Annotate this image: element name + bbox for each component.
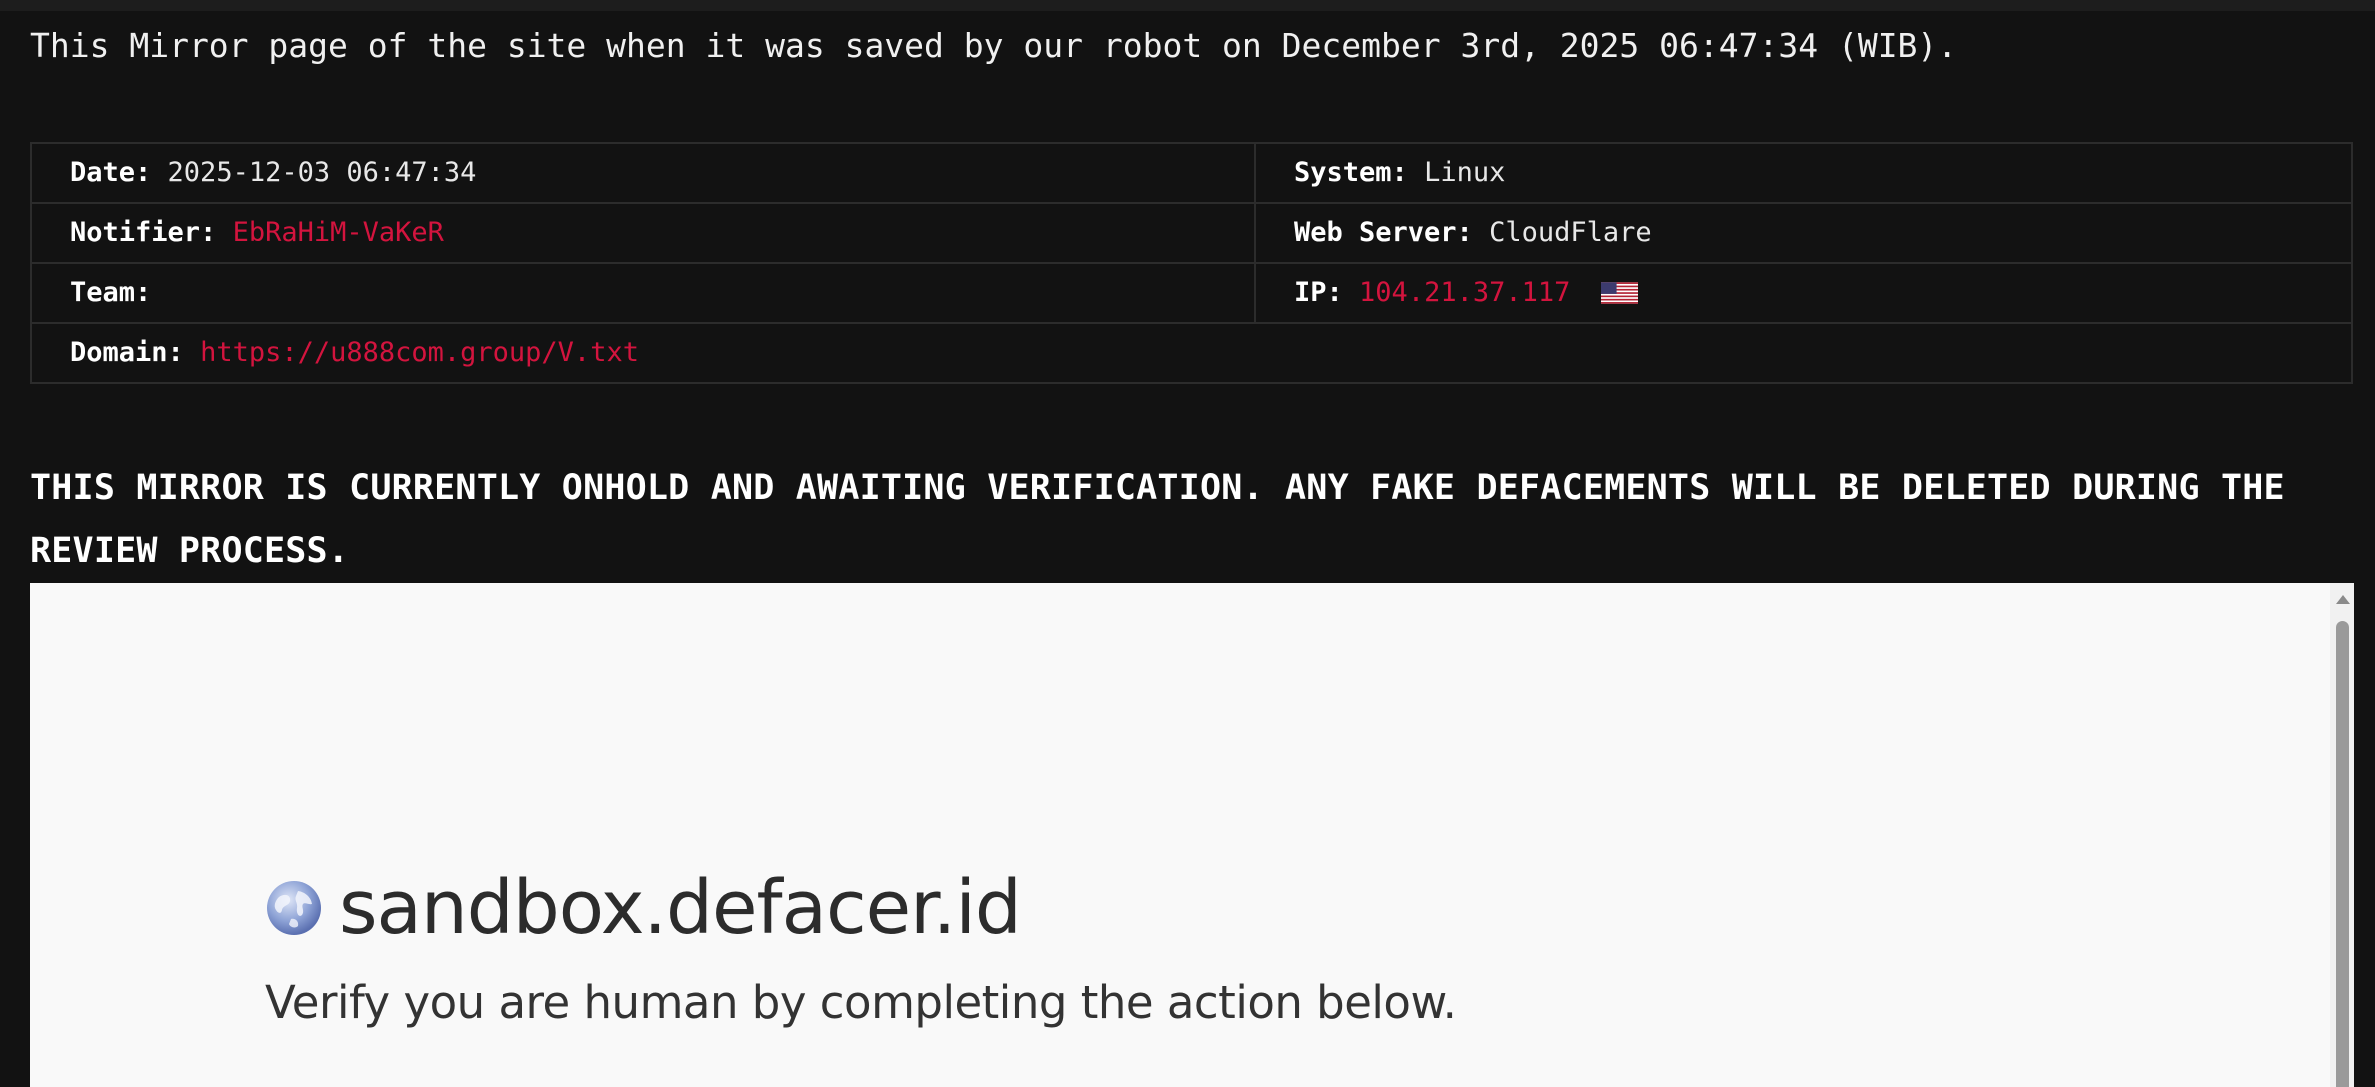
info-row: Date: 2025-12-03 06:47:34 System: Linux	[30, 142, 2353, 204]
onhold-warning: THIS MIRROR IS CURRENTLY ONHOLD AND AWAI…	[30, 468, 2285, 571]
domain-cell: Domain: https://u888com.group/V.txt	[30, 322, 2353, 384]
mirror-info-table: Date: 2025-12-03 06:47:34 System: Linux …	[30, 142, 2353, 384]
ip-link[interactable]: 104.21.37.117	[1359, 277, 1570, 308]
info-row: Team: IP: 104.21.37.117	[30, 262, 2353, 324]
scroll-up-arrow-icon[interactable]	[2336, 595, 2350, 604]
system-label: System:	[1294, 157, 1408, 188]
site-name: sandbox.defacer.id	[339, 865, 1022, 951]
ip-label: IP:	[1294, 277, 1343, 308]
info-row: Domain: https://u888com.group/V.txt	[30, 322, 2353, 384]
site-heading: sandbox.defacer.id	[265, 865, 1022, 951]
team-label: Team:	[70, 277, 152, 308]
mirror-frame[interactable]: sandbox.defacer.id Verify you are human …	[30, 583, 2354, 1087]
ip-cell: IP: 104.21.37.117	[1254, 262, 2353, 324]
notifier-cell: Notifier: EbRaHiM-VaKeR	[30, 202, 1256, 264]
date-label: Date:	[70, 157, 152, 188]
web-server-label: Web Server:	[1294, 217, 1473, 248]
domain-link[interactable]: https://u888com.group/V.txt	[200, 337, 639, 368]
info-row: Notifier: EbRaHiM-VaKeR Web Server: Clou…	[30, 202, 2353, 264]
saved-notice: This Mirror page of the site when it was…	[30, 26, 1958, 65]
verify-text: Verify you are human by completing the a…	[265, 976, 1457, 1029]
domain-label: Domain:	[70, 337, 184, 368]
notifier-label: Notifier:	[70, 217, 217, 248]
date-cell: Date: 2025-12-03 06:47:34	[30, 142, 1256, 204]
team-cell: Team:	[30, 262, 1256, 324]
web-server-value: CloudFlare	[1489, 217, 1652, 248]
scroll-thumb[interactable]	[2336, 621, 2349, 1087]
top-strip	[0, 0, 2375, 11]
date-value: 2025-12-03 06:47:34	[167, 157, 477, 188]
system-value: Linux	[1424, 157, 1506, 188]
us-flag-icon	[1600, 282, 1638, 304]
notifier-link[interactable]: EbRaHiM-VaKeR	[233, 217, 444, 248]
web-server-cell: Web Server: CloudFlare	[1254, 202, 2353, 264]
globe-icon	[267, 881, 321, 935]
system-cell: System: Linux	[1254, 142, 2353, 204]
frame-scrollbar[interactable]	[2330, 583, 2354, 1087]
